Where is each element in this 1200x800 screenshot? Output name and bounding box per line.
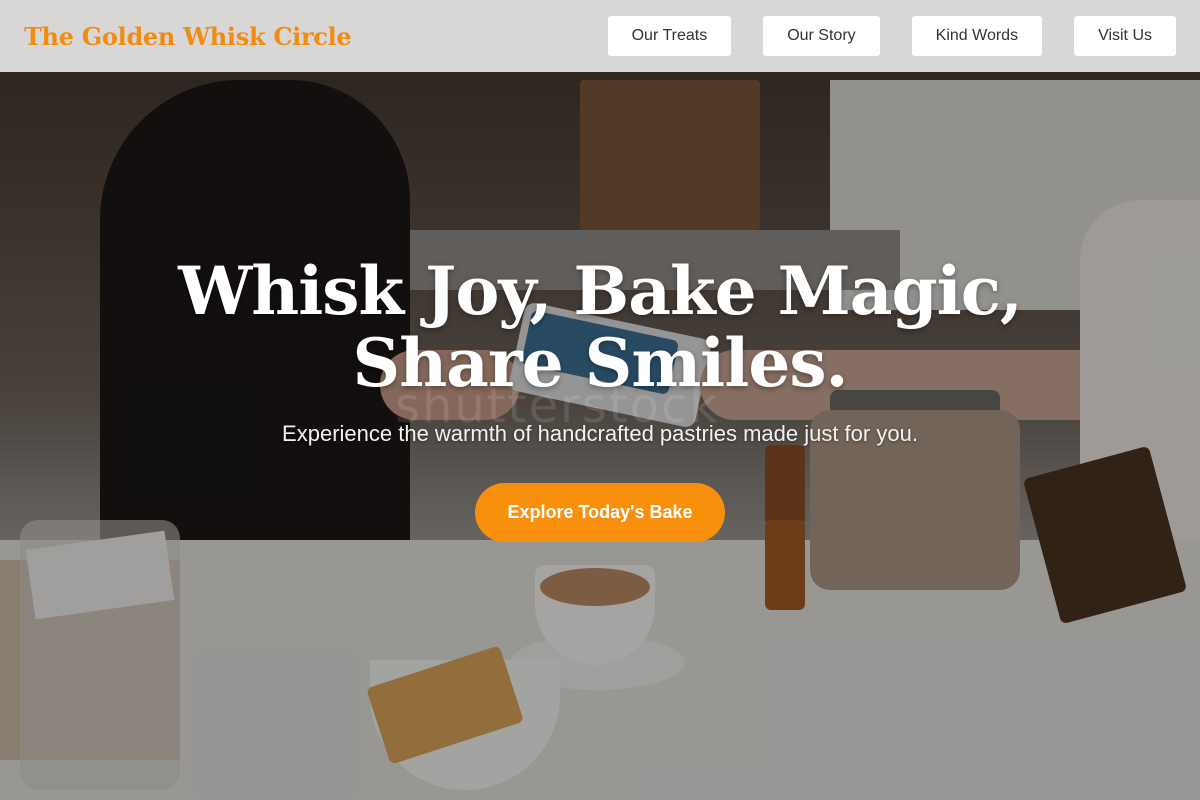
nav-link-our-treats[interactable]: Our Treats: [607, 16, 732, 56]
main-nav: Our Treats Our Story Kind Words Visit Us: [607, 16, 1176, 56]
hero-subtitle: Experience the warmth of handcrafted pas…: [282, 421, 918, 446]
nav-link-our-story[interactable]: Our Story: [763, 16, 880, 56]
brand-logo-text[interactable]: The Golden Whisk Circle: [24, 22, 352, 51]
hero-title: Whisk Joy, Bake Magic, Share Smiles.: [178, 252, 1023, 402]
nav-link-kind-words[interactable]: Kind Words: [911, 16, 1043, 56]
site-header: The Golden Whisk Circle Our Treats Our S…: [0, 0, 1200, 72]
explore-bake-button[interactable]: Explore Today's Bake: [475, 483, 725, 542]
hero-section: Whisk Joy, Bake Magic, Share Smiles. Exp…: [0, 255, 1200, 542]
nav-link-visit-us[interactable]: Visit Us: [1074, 16, 1176, 56]
